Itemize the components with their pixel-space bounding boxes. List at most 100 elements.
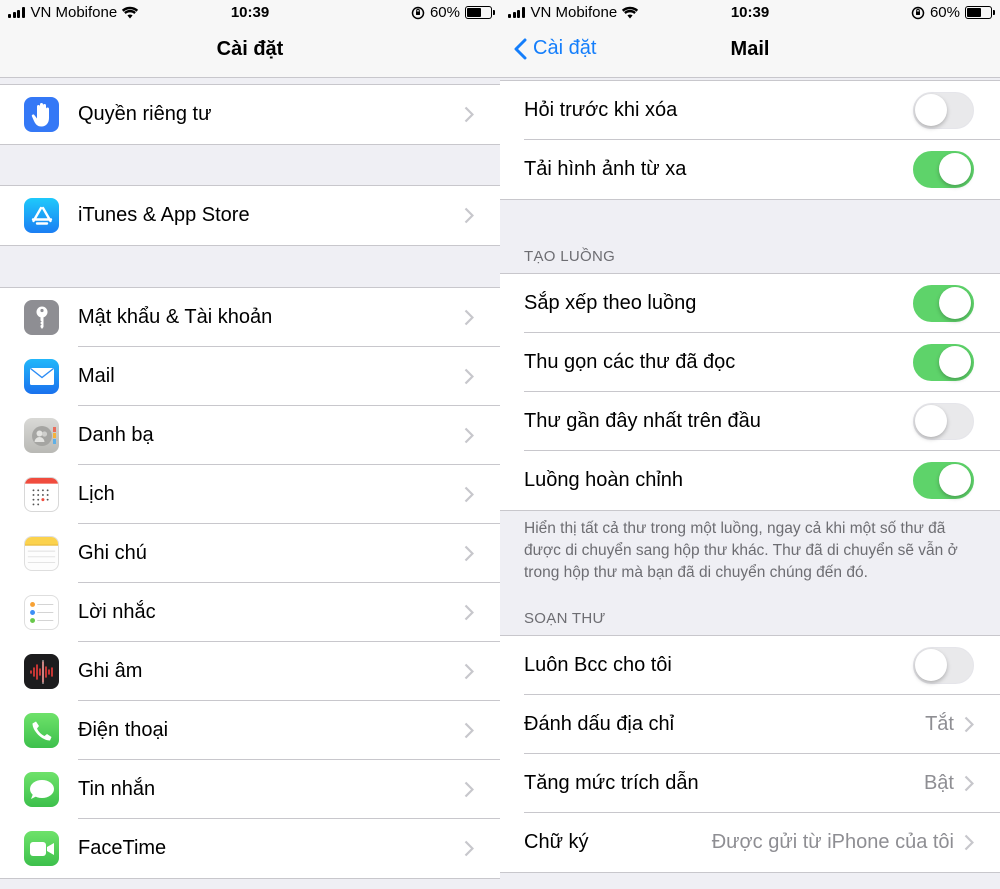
row-label: Luồng hoàn chỉnh	[524, 469, 684, 491]
toggle-knob	[939, 153, 971, 185]
chevron-right-icon	[464, 663, 474, 680]
row-label: Luôn Bcc cho tôi	[524, 654, 672, 676]
messages-icon	[24, 772, 59, 807]
battery-percent: 60%	[929, 4, 960, 21]
privacy-group: Quyền riêng tư	[0, 84, 500, 145]
status-right: 60%	[911, 4, 995, 21]
calendar-icon	[24, 477, 59, 512]
settings-item-label: Lịch	[78, 483, 115, 505]
row-label: Đánh dấu địa chỉ	[524, 713, 675, 735]
row-value: Được gửi từ iPhone của tôi	[711, 831, 954, 853]
settings-item-mail[interactable]: Mail	[0, 346, 500, 406]
settings-item-privacy[interactable]: Quyền riêng tư	[0, 85, 500, 144]
notes-icon	[24, 536, 59, 571]
settings-item-label: Ghi âm	[78, 660, 143, 682]
row-label: Sắp xếp theo luồng	[524, 292, 697, 314]
chevron-right-icon	[464, 545, 474, 562]
battery-level	[967, 8, 981, 17]
contacts-icon	[24, 418, 59, 453]
navigation-bar: VN Mobifone 10:39 60% Cài đặt	[0, 0, 500, 78]
settings-item-messages[interactable]: Tin nhắn	[0, 759, 500, 819]
toggle-knob	[915, 405, 947, 437]
orientation-lock-icon	[411, 6, 425, 19]
row-value: Tắt	[925, 713, 954, 735]
app-store-icon	[24, 198, 59, 233]
settings-item-label: Lời nhắc	[78, 601, 156, 623]
chevron-right-icon	[464, 427, 474, 444]
settings-item-label: Quyền riêng tư	[78, 103, 212, 125]
voice-memos-icon	[24, 654, 59, 689]
mail-general-group: Hỏi trước khi xóa Tải hình ảnh từ xa	[500, 80, 1000, 200]
load-remote-images-row: Tải hình ảnh từ xa	[500, 139, 1000, 199]
settings-item-label: Điện thoại	[78, 719, 169, 741]
chevron-right-icon	[464, 106, 474, 123]
chevron-right-icon	[464, 207, 474, 224]
row-label: Chữ ký	[524, 831, 589, 853]
apps-group: Mật khẩu & Tài khoản Mail Danh bạ Lịch G…	[0, 287, 500, 879]
settings-item-label: Mail	[78, 365, 115, 387]
toggle-knob	[939, 346, 971, 378]
complete-threads-toggle[interactable]	[913, 462, 974, 499]
settings-item-label: Danh bạ	[78, 424, 154, 446]
chevron-right-icon	[964, 716, 974, 733]
ask-before-deleting-row: Hỏi trước khi xóa	[500, 81, 1000, 140]
toggle-knob	[939, 287, 971, 319]
settings-item-phone[interactable]: Điện thoại	[0, 700, 500, 760]
battery-level	[467, 8, 481, 17]
settings-item-label: Tin nhắn	[78, 778, 156, 800]
always-bcc-toggle[interactable]	[913, 647, 974, 684]
load-remote-images-toggle[interactable]	[913, 151, 974, 188]
chevron-right-icon	[464, 781, 474, 798]
organize-by-thread-toggle[interactable]	[913, 285, 974, 322]
phone-icon	[24, 713, 59, 748]
toggle-knob	[939, 464, 971, 496]
key-icon	[24, 300, 59, 335]
row-label: Hỏi trước khi xóa	[524, 99, 678, 121]
orientation-lock-icon	[911, 6, 925, 19]
mail-icon	[24, 359, 59, 394]
increase-quote-level-row[interactable]: Tăng mức trích dẫn Bật	[500, 753, 1000, 813]
page-title: Mail	[730, 38, 770, 60]
chevron-right-icon	[464, 722, 474, 739]
row-label: Tăng mức trích dẫn	[524, 772, 699, 794]
always-bcc-row: Luôn Bcc cho tôi	[500, 636, 1000, 695]
settings-item-passwords[interactable]: Mật khẩu & Tài khoản	[0, 288, 500, 347]
battery-icon	[965, 6, 995, 19]
threading-group: Sắp xếp theo luồng Thu gọn các thư đã đọ…	[500, 273, 1000, 511]
status-bar: VN Mobifone 10:39 60%	[0, 0, 500, 26]
collapse-read-messages-row: Thu gọn các thư đã đọc	[500, 332, 1000, 392]
settings-item-notes[interactable]: Ghi chú	[0, 523, 500, 583]
chevron-right-icon	[464, 368, 474, 385]
chevron-right-icon	[964, 775, 974, 792]
mark-addresses-row[interactable]: Đánh dấu địa chỉ Tắt	[500, 694, 1000, 754]
row-value: Bật	[923, 772, 954, 794]
chevron-right-icon	[464, 604, 474, 621]
facetime-icon	[24, 831, 59, 866]
navigation-bar: VN Mobifone 10:39 60% Cài đặt Mail	[500, 0, 1000, 78]
composing-header: SOẠN THƯ	[524, 610, 606, 627]
settings-item-reminders[interactable]: Lời nhắc	[0, 582, 500, 642]
settings-item-contacts[interactable]: Danh bạ	[0, 405, 500, 465]
settings-item-voice-memos[interactable]: Ghi âm	[0, 641, 500, 701]
settings-item-label: Ghi chú	[78, 542, 147, 564]
battery-percent: 60%	[429, 4, 460, 21]
status-right: 60%	[411, 4, 495, 21]
most-recent-on-top-toggle[interactable]	[913, 403, 974, 440]
complete-threads-row: Luồng hoàn chỉnh	[500, 450, 1000, 510]
settings-item-label: FaceTime	[78, 837, 167, 859]
chevron-right-icon	[964, 834, 974, 851]
composing-group: Luôn Bcc cho tôi Đánh dấu địa chỉ Tắt Tă…	[500, 635, 1000, 873]
settings-item-app-store[interactable]: iTunes & App Store	[0, 186, 500, 245]
organize-by-thread-row: Sắp xếp theo luồng	[500, 274, 1000, 333]
settings-screen: VN Mobifone 10:39 60% Cài đặt Quyền riên…	[0, 0, 500, 889]
threading-footer: Hiển thị tất cả thư trong một luồng, nga…	[524, 520, 958, 581]
ask-before-deleting-toggle[interactable]	[913, 92, 974, 129]
toggle-knob	[915, 94, 947, 126]
collapse-read-messages-toggle[interactable]	[913, 344, 974, 381]
settings-item-label: Mật khẩu & Tài khoản	[78, 306, 273, 328]
most-recent-on-top-row: Thư gần đây nhất trên đầu	[500, 391, 1000, 451]
settings-item-facetime[interactable]: FaceTime	[0, 818, 500, 878]
row-label: Thư gần đây nhất trên đầu	[524, 410, 761, 432]
signature-row[interactable]: Chữ ký Được gửi từ iPhone của tôi	[500, 812, 1000, 872]
settings-item-calendar[interactable]: Lịch	[0, 464, 500, 524]
